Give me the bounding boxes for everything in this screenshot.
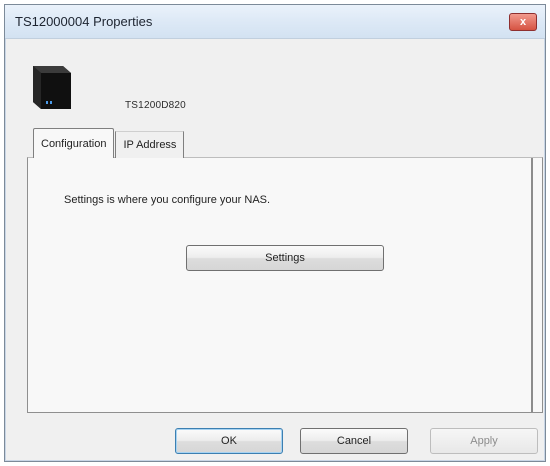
close-button[interactable]: x: [509, 13, 537, 31]
device-name: TS1200D820: [125, 100, 186, 111]
tab-ip-address-label: IP Address: [123, 139, 177, 151]
apply-button-label: Apply: [470, 435, 498, 447]
close-icon: x: [519, 15, 527, 28]
settings-button[interactable]: Settings: [186, 245, 384, 271]
cancel-button[interactable]: Cancel: [300, 428, 408, 454]
apply-button[interactable]: Apply: [430, 428, 538, 454]
cancel-button-label: Cancel: [336, 435, 372, 447]
nas-device-icon: [33, 66, 71, 109]
settings-button-label: Settings: [265, 252, 305, 264]
tab-configuration[interactable]: Configuration: [33, 128, 115, 158]
ok-button[interactable]: OK: [175, 428, 283, 454]
tab-ip-address[interactable]: IP Address: [115, 131, 185, 158]
configuration-panel: Settings is where you configure your NAS…: [27, 157, 543, 413]
ok-button-label: OK: [221, 435, 237, 447]
window-title: TS12000004 Properties: [15, 14, 153, 29]
title-bar[interactable]: TS12000004 Properties x: [5, 5, 545, 39]
tab-configuration-label: Configuration: [41, 137, 107, 150]
configuration-description: Settings is where you configure your NAS…: [64, 194, 271, 206]
tab-strip: Configuration IP Address: [33, 128, 185, 158]
panel-scrollbar[interactable]: [531, 158, 533, 412]
properties-dialog: TS12000004 Properties x TS1200D820 Confi…: [4, 4, 546, 462]
